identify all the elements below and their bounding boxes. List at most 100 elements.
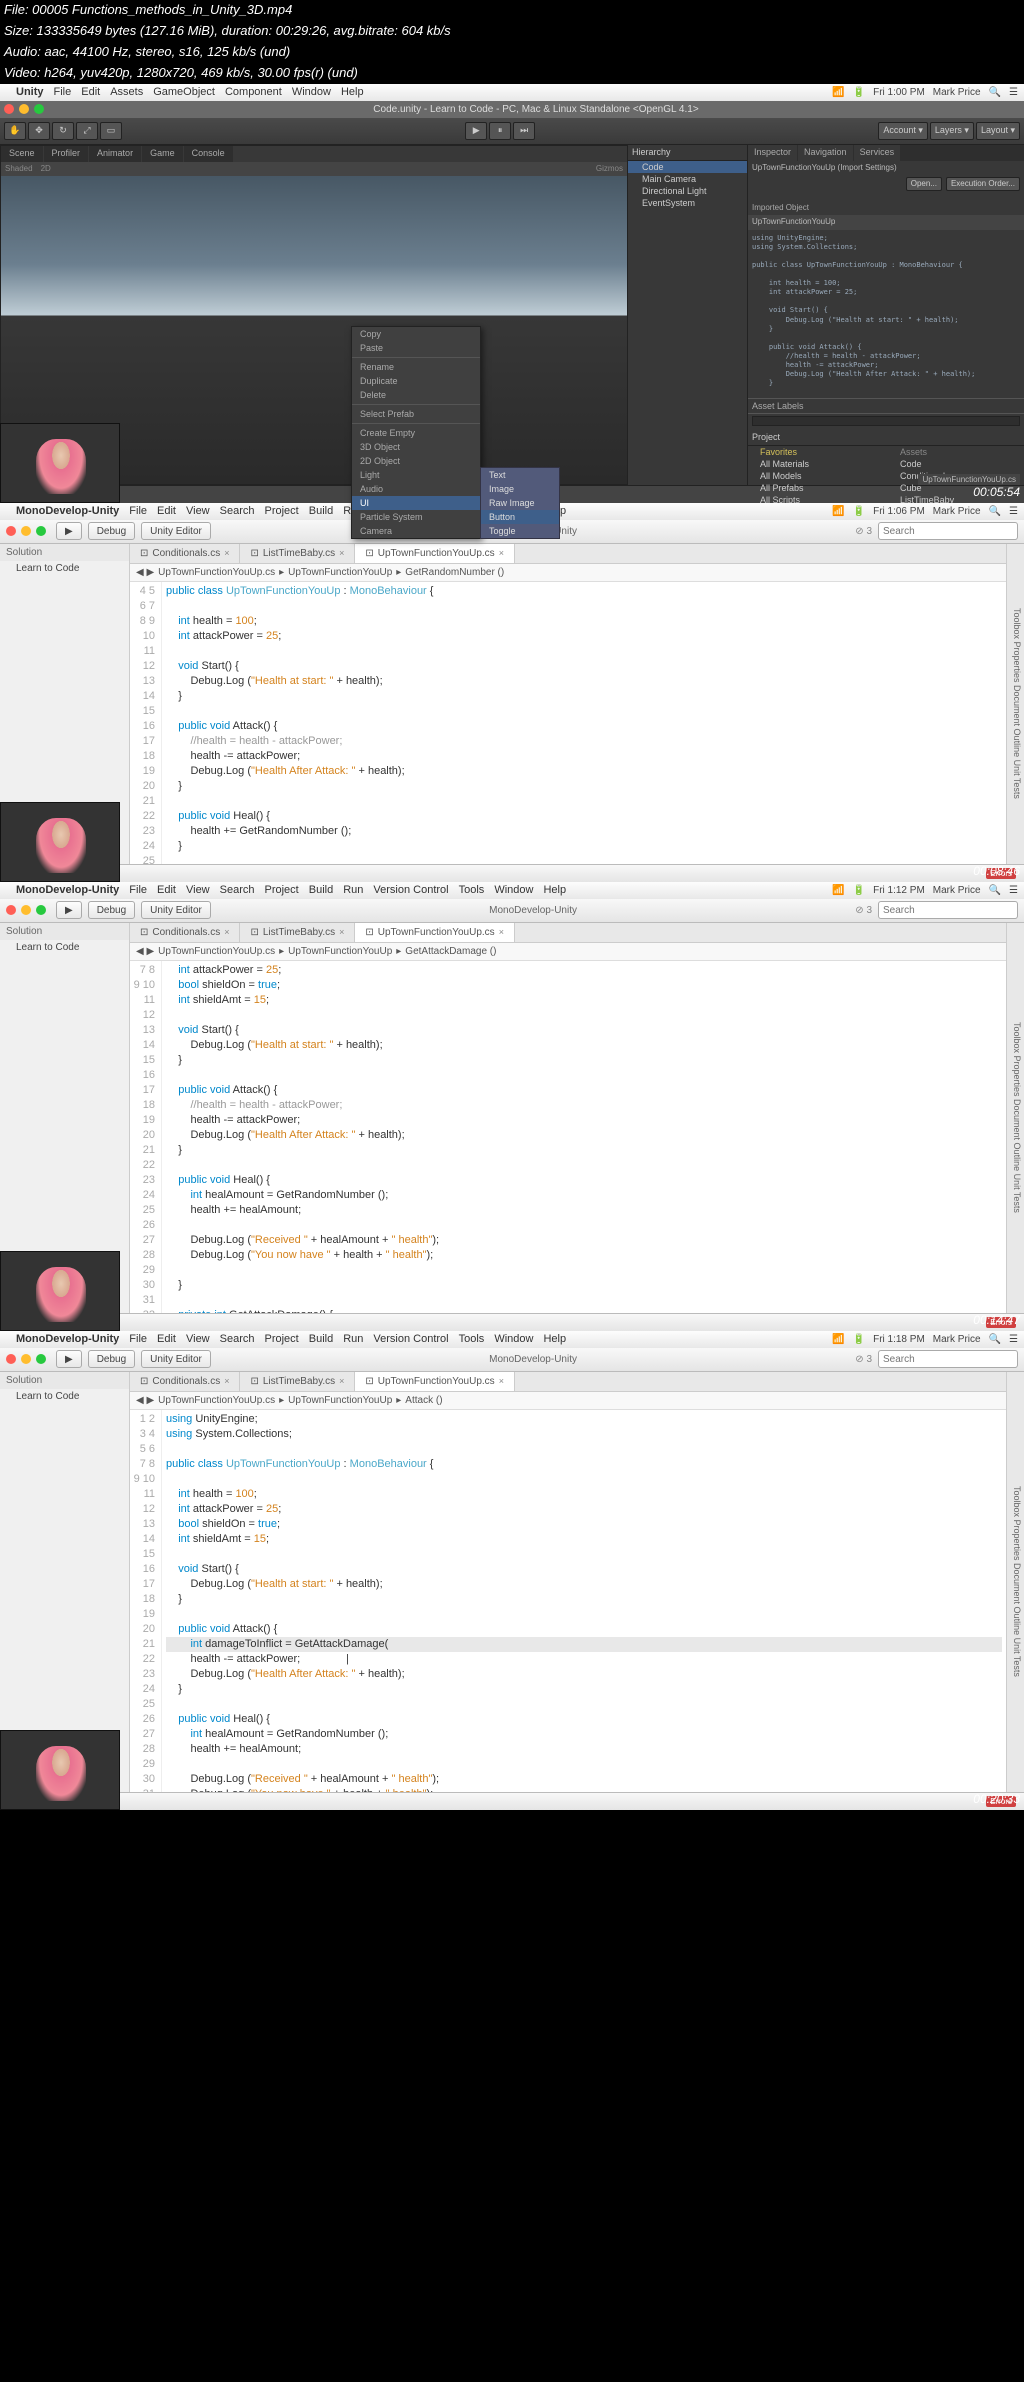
menu-search[interactable]: Search bbox=[220, 884, 255, 896]
hier-eventsystem[interactable]: EventSystem bbox=[628, 197, 747, 209]
rect-tool[interactable]: ▭ bbox=[100, 122, 122, 140]
menu-edit[interactable]: Edit bbox=[157, 505, 176, 517]
move-tool[interactable]: ✥ bbox=[28, 122, 50, 140]
menu-view[interactable]: View bbox=[186, 1333, 210, 1345]
ctx-2d-object[interactable]: 2D Object bbox=[352, 454, 480, 468]
breadcrumb[interactable]: ◀ ▶ UpTownFunctionYouUp.cs ▸ UpTownFunct… bbox=[130, 1392, 1006, 1410]
ctx-sub-toggle[interactable]: Toggle bbox=[481, 524, 559, 538]
gizmos-toggle[interactable]: Gizmos bbox=[596, 164, 623, 173]
search-icon[interactable]: 🔍 bbox=[989, 87, 1001, 98]
ctx-audio[interactable]: Audio bbox=[352, 482, 480, 496]
target-dropdown[interactable]: Unity Editor bbox=[141, 901, 211, 919]
menu-help[interactable]: Help bbox=[341, 86, 364, 98]
tab-conditionals[interactable]: ⊡Conditionals.cs× bbox=[130, 923, 240, 942]
console-tab[interactable]: Console bbox=[184, 146, 233, 162]
ctx-duplicate[interactable]: Duplicate bbox=[352, 374, 480, 388]
menu-tools[interactable]: Tools bbox=[459, 1333, 485, 1345]
menu-icon[interactable]: ☰ bbox=[1009, 885, 1018, 896]
notification-icon[interactable]: ⊘ 3 bbox=[855, 526, 872, 537]
traffic-lights[interactable] bbox=[4, 104, 44, 114]
services-tab[interactable]: Services bbox=[854, 145, 901, 161]
inspector-tab[interactable]: Inspector bbox=[748, 145, 797, 161]
code-editor[interactable]: using UnityEngine; using System.Collecti… bbox=[162, 1410, 1006, 1792]
run-button[interactable]: ▶ bbox=[56, 522, 82, 540]
menu-help[interactable]: Help bbox=[543, 884, 566, 896]
search-input[interactable] bbox=[878, 901, 1018, 919]
hier-light[interactable]: Directional Light bbox=[628, 185, 747, 197]
menu-gameobject[interactable]: GameObject bbox=[153, 86, 215, 98]
menu-tools[interactable]: Tools bbox=[459, 884, 485, 896]
ctx-paste[interactable]: Paste bbox=[352, 341, 480, 355]
wifi-icon[interactable]: 📶 bbox=[832, 87, 844, 98]
menu-file[interactable]: File bbox=[129, 884, 147, 896]
search-icon[interactable]: 🔍 bbox=[989, 1334, 1001, 1345]
menu-project[interactable]: Project bbox=[265, 1333, 299, 1345]
user-name[interactable]: Mark Price bbox=[933, 87, 981, 98]
game-tab[interactable]: Game bbox=[142, 146, 183, 162]
tab-listtimebaby[interactable]: ⊡ListTimeBaby.cs× bbox=[240, 1372, 355, 1391]
menu-window[interactable]: Window bbox=[494, 884, 533, 896]
menu-build[interactable]: Build bbox=[309, 505, 333, 517]
shading-mode[interactable]: Shaded bbox=[5, 164, 33, 173]
traffic-lights[interactable] bbox=[6, 905, 46, 915]
ctx-light[interactable]: Light bbox=[352, 468, 480, 482]
menu-project[interactable]: Project bbox=[265, 884, 299, 896]
menu-file[interactable]: File bbox=[54, 86, 72, 98]
ctx-create-empty[interactable]: Create Empty bbox=[352, 426, 480, 440]
menu-edit[interactable]: Edit bbox=[81, 86, 100, 98]
code-editor[interactable]: public class UpTownFunctionYouUp : MonoB… bbox=[162, 582, 1006, 864]
search-input[interactable] bbox=[878, 522, 1018, 540]
ctx-sub-text[interactable]: Text bbox=[481, 468, 559, 482]
clock[interactable]: Fri 1:00 PM bbox=[873, 87, 925, 98]
exec-order-button[interactable]: Execution Order... bbox=[946, 177, 1020, 191]
user-name[interactable]: Mark Price bbox=[933, 885, 981, 896]
ctx-sub-button[interactable]: Button bbox=[481, 510, 559, 524]
menu-icon[interactable]: ☰ bbox=[1009, 1334, 1018, 1345]
2d-toggle[interactable]: 2D bbox=[41, 164, 51, 173]
layers-dropdown[interactable]: Layers ▾ bbox=[930, 122, 974, 140]
asset-label-field[interactable] bbox=[752, 416, 1020, 426]
menu-edit[interactable]: Edit bbox=[157, 884, 176, 896]
step-button[interactable]: ⏭ bbox=[513, 122, 535, 140]
breadcrumb[interactable]: ◀ ▶ UpTownFunctionYouUp.cs ▸ UpTownFunct… bbox=[130, 943, 1006, 961]
target-dropdown[interactable]: Unity Editor bbox=[141, 522, 211, 540]
notification-icon[interactable]: ⊘ 3 bbox=[855, 1354, 872, 1365]
pause-button[interactable]: ⏸ bbox=[489, 122, 511, 140]
right-sidebar[interactable]: Toolbox Properties Document Outline Unit… bbox=[1006, 544, 1024, 864]
battery-icon[interactable]: 🔋 bbox=[853, 1334, 865, 1345]
wifi-icon[interactable]: 📶 bbox=[832, 506, 844, 517]
menu-project[interactable]: Project bbox=[265, 505, 299, 517]
menu-view[interactable]: View bbox=[186, 884, 210, 896]
solution-item[interactable]: Learn to Code bbox=[0, 561, 129, 576]
menu-version-control[interactable]: Version Control bbox=[373, 1333, 448, 1345]
tab-conditionals[interactable]: ⊡Conditionals.cs× bbox=[130, 1372, 240, 1391]
menu-window[interactable]: Window bbox=[494, 1333, 533, 1345]
ctx-select-prefab[interactable]: Select Prefab bbox=[352, 407, 480, 421]
user-name[interactable]: Mark Price bbox=[933, 1334, 981, 1345]
tab-uptownfunctionyouup[interactable]: ⊡UpTownFunctionYouUp.cs× bbox=[355, 923, 515, 942]
menu-edit[interactable]: Edit bbox=[157, 1333, 176, 1345]
proj-code[interactable]: Code bbox=[888, 458, 1024, 470]
hier-camera[interactable]: Main Camera bbox=[628, 173, 747, 185]
menu-file[interactable]: File bbox=[129, 505, 147, 517]
clock[interactable]: Fri 1:18 PM bbox=[873, 1334, 925, 1345]
tab-listtimebaby[interactable]: ⊡ListTimeBaby.cs× bbox=[240, 923, 355, 942]
proj-materials[interactable]: All Materials bbox=[748, 458, 884, 470]
code-editor[interactable]: int attackPower = 25; bool shieldOn = tr… bbox=[162, 961, 1006, 1313]
clock[interactable]: Fri 1:06 PM bbox=[873, 506, 925, 517]
search-icon[interactable]: 🔍 bbox=[989, 506, 1001, 517]
hier-scene[interactable]: Code bbox=[628, 161, 747, 173]
battery-icon[interactable]: 🔋 bbox=[853, 87, 865, 98]
menu-icon[interactable]: ☰ bbox=[1009, 87, 1018, 98]
rotate-tool[interactable]: ↻ bbox=[52, 122, 74, 140]
ctx-sub-raw[interactable]: Raw Image bbox=[481, 496, 559, 510]
menu-file[interactable]: File bbox=[129, 1333, 147, 1345]
traffic-lights[interactable] bbox=[6, 526, 46, 536]
tab-uptownfunctionyouup[interactable]: ⊡UpTownFunctionYouUp.cs× bbox=[355, 1372, 515, 1391]
menu-run[interactable]: Run bbox=[343, 1333, 363, 1345]
ctx-rename[interactable]: Rename bbox=[352, 360, 480, 374]
tab-uptownfunctionyouup[interactable]: ⊡UpTownFunctionYouUp.cs× bbox=[355, 544, 515, 563]
menu-build[interactable]: Build bbox=[309, 1333, 333, 1345]
wifi-icon[interactable]: 📶 bbox=[832, 885, 844, 896]
hand-tool[interactable]: ✋ bbox=[4, 122, 26, 140]
